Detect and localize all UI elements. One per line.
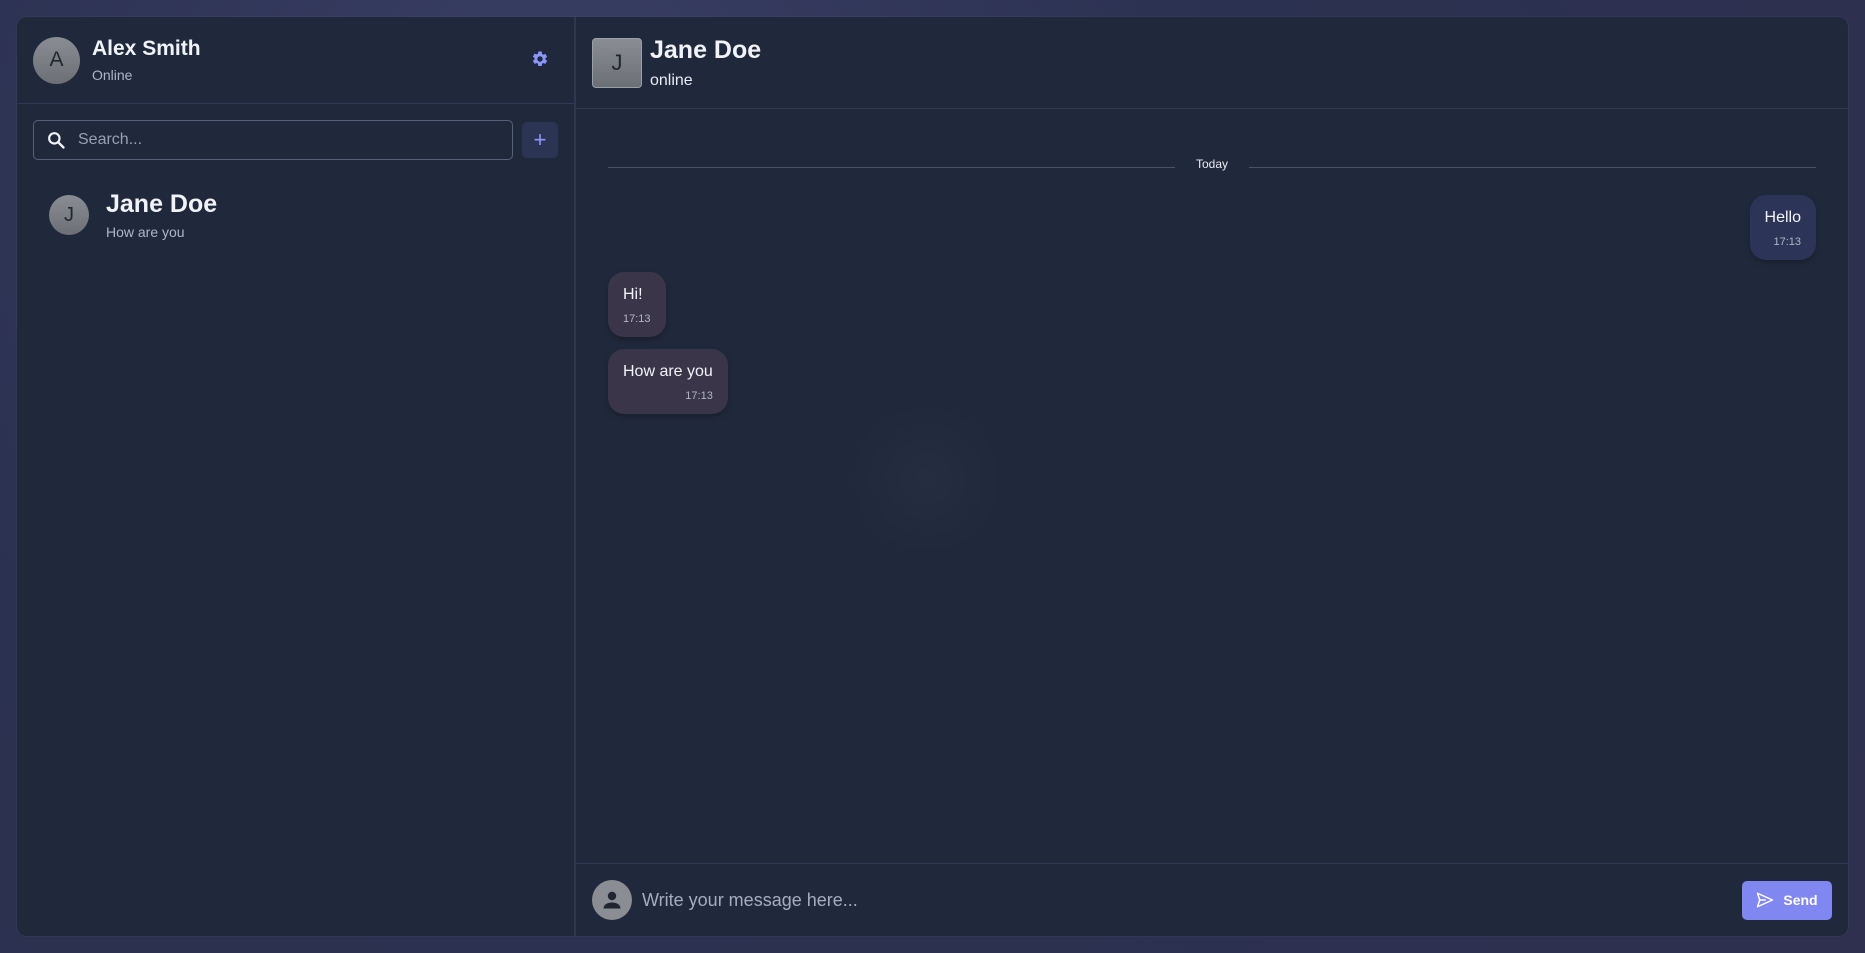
- add-contact-button[interactable]: +: [522, 122, 558, 158]
- chat-contact-avatar[interactable]: J: [592, 37, 642, 88]
- chat-app: A Alex Smith Online +: [17, 17, 1848, 936]
- message-bubble-incoming[interactable]: Hi! 17:13: [608, 272, 666, 337]
- divider-line-left: [608, 167, 1175, 168]
- profile-name: Alex Smith: [92, 37, 201, 60]
- message-row: How are you 17:13: [608, 349, 1816, 414]
- profile-bar: A Alex Smith Online: [17, 17, 574, 104]
- search-input[interactable]: [76, 130, 500, 150]
- chat-header: J Jane Doe online: [576, 17, 1848, 109]
- send-button[interactable]: Send: [1742, 880, 1832, 920]
- message-input[interactable]: [640, 888, 1742, 912]
- sidebar: A Alex Smith Online +: [17, 17, 576, 936]
- message-bubble-outgoing[interactable]: Hello 17:13: [1749, 195, 1816, 260]
- search-icon: [48, 132, 65, 149]
- message-time: 17:13: [623, 313, 651, 325]
- profile-avatar[interactable]: A: [33, 36, 80, 84]
- message-bubble-incoming[interactable]: How are you 17:13: [608, 349, 728, 414]
- user-avatar[interactable]: [592, 880, 632, 920]
- contact-info: Jane Doe How are you: [106, 190, 217, 240]
- date-divider: Today: [608, 155, 1816, 171]
- background-watermark: [846, 399, 1006, 559]
- contact-item-jane-doe[interactable]: J Jane Doe How are you: [17, 190, 574, 240]
- message-row: Hi! 17:13: [608, 272, 1816, 337]
- date-divider-label: Today: [1195, 157, 1229, 171]
- chat-contact-info: Jane Doe online: [650, 36, 761, 90]
- user-icon: [603, 891, 621, 909]
- contact-name: Jane Doe: [106, 190, 218, 218]
- message-composer: Send: [576, 863, 1848, 936]
- send-button-label: Send: [1783, 892, 1818, 908]
- contact-last-message: How are you: [106, 224, 185, 240]
- message-time: 17:13: [1773, 236, 1801, 248]
- profile-info: Alex Smith Online: [92, 37, 201, 83]
- search-row: +: [17, 104, 574, 160]
- chat-pane: J Jane Doe online Today Hello 17:13 Hi! …: [576, 17, 1848, 936]
- chat-contact-status: online: [650, 71, 693, 89]
- message-text: Hi!: [623, 286, 643, 303]
- message-list[interactable]: Today Hello 17:13 Hi! 17:13 How are you …: [576, 109, 1848, 863]
- message-text: Hello: [1764, 209, 1801, 226]
- settings-button[interactable]: [528, 47, 552, 71]
- divider-line-right: [1249, 167, 1816, 168]
- message-text: How are you: [623, 363, 713, 380]
- search-box: [33, 120, 514, 160]
- profile-status: Online: [92, 67, 133, 83]
- message-time: 17:13: [685, 390, 713, 402]
- gear-icon: [532, 51, 548, 66]
- send-icon: [1757, 892, 1774, 908]
- message-row: Hello 17:13: [608, 195, 1816, 260]
- contact-avatar: J: [49, 195, 89, 235]
- chat-contact-name: Jane Doe: [650, 35, 762, 64]
